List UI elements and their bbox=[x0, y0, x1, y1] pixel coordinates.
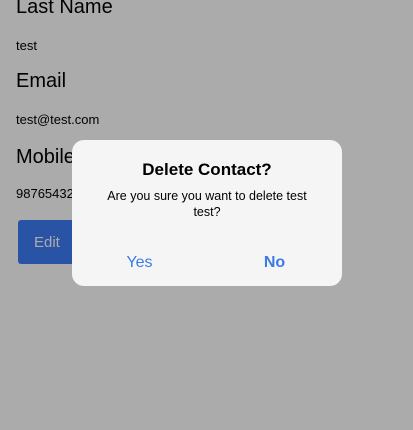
no-button[interactable]: No bbox=[207, 252, 342, 274]
dialog-title: Delete Contact? bbox=[142, 160, 272, 179]
contact-details-screen: Last Name test Email test@test.com Mobil… bbox=[0, 0, 413, 430]
yes-button[interactable]: Yes bbox=[72, 252, 207, 274]
delete-contact-dialog: Delete Contact? Are you sure you want to… bbox=[72, 140, 342, 286]
dialog-message: Are you sure you want to delete test tes… bbox=[107, 189, 307, 219]
